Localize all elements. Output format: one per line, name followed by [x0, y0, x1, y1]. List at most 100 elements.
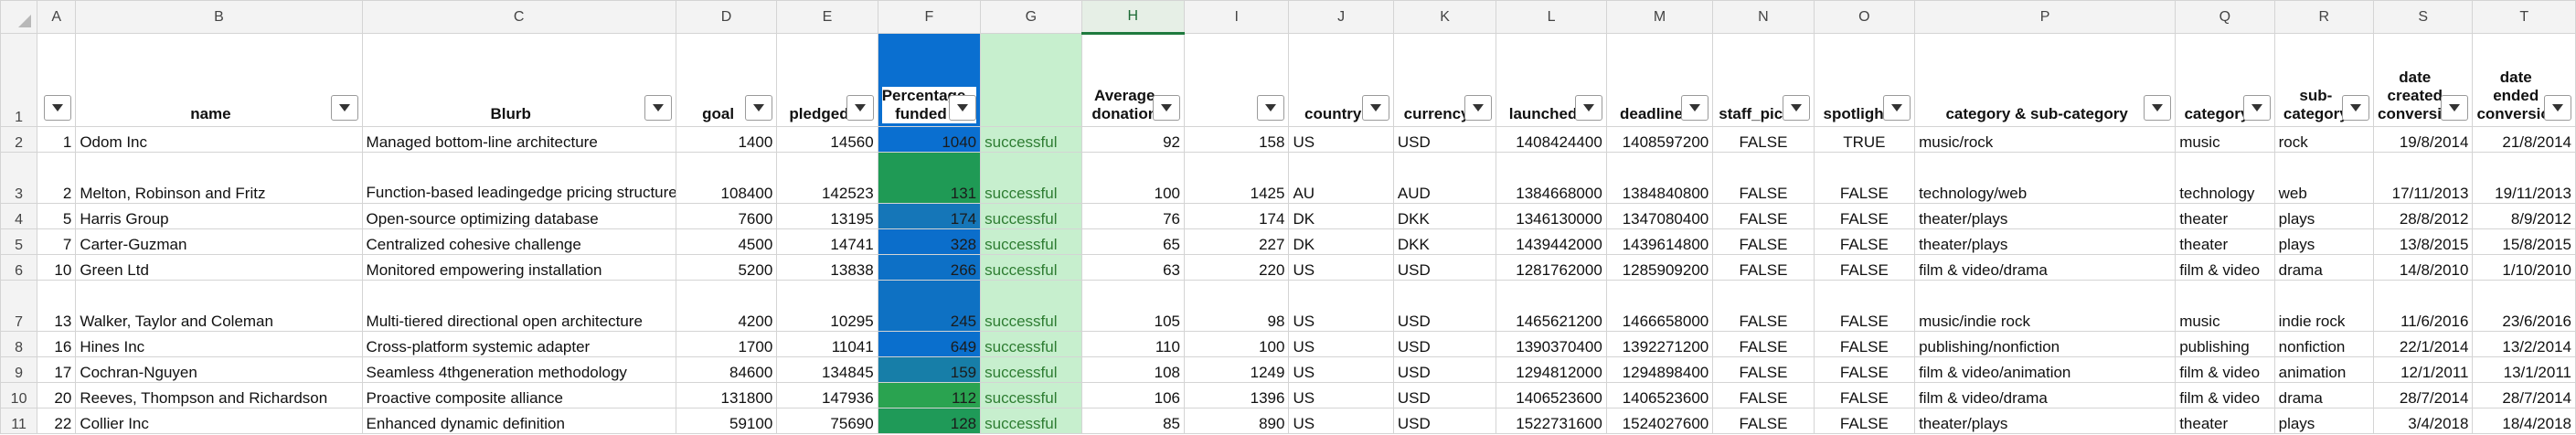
cell-cat[interactable]: theater	[2175, 408, 2275, 434]
column-header-f[interactable]: F	[877, 0, 982, 34]
cell-cat[interactable]: publishing	[2175, 331, 2275, 357]
cell-sub[interactable]: nonfiction	[2273, 331, 2375, 357]
cell-country[interactable]: DK	[1288, 228, 1394, 255]
cell-spot[interactable]: FALSE	[1813, 382, 1916, 408]
cell-name[interactable]: Collier Inc	[75, 408, 363, 434]
row-number[interactable]: 11	[0, 408, 38, 434]
column-header-t[interactable]: T	[2472, 0, 2576, 34]
header-cell-o[interactable]: spotlight	[1813, 33, 1916, 127]
cell-deadline[interactable]: 1384840800	[1605, 152, 1714, 204]
cell-backers[interactable]: 220	[1183, 254, 1290, 281]
cell-outcome[interactable]: successful	[980, 356, 1082, 383]
cell-currency[interactable]: USD	[1392, 126, 1497, 153]
cell-country[interactable]: DK	[1288, 203, 1394, 229]
filter-dropdown-button[interactable]	[44, 95, 72, 121]
cell-staff[interactable]: FALSE	[1712, 203, 1815, 229]
cell-ended[interactable]: 28/7/2014	[2472, 382, 2576, 408]
cell-staff[interactable]: FALSE	[1712, 382, 1815, 408]
cell-blurb[interactable]: Enhanced dynamic definition	[361, 408, 676, 434]
cell-sub[interactable]: plays	[2273, 228, 2375, 255]
cell-name[interactable]: Green Ltd	[75, 254, 363, 281]
cell-spot[interactable]: FALSE	[1813, 356, 1916, 383]
cell-id[interactable]: 7	[37, 228, 77, 255]
cell-ended[interactable]: 8/9/2012	[2472, 203, 2576, 229]
cell-currency[interactable]: USD	[1392, 254, 1497, 281]
cell-pledged[interactable]: 134845	[776, 356, 878, 383]
cell-cat[interactable]: theater	[2175, 228, 2275, 255]
cell-country[interactable]: US	[1288, 408, 1394, 434]
cell-pct[interactable]: 649	[877, 331, 982, 357]
header-cell-e[interactable]: pledged	[776, 33, 878, 127]
cell-outcome[interactable]: successful	[980, 203, 1082, 229]
cell-name[interactable]: Melton, Robinson and Fritz	[75, 152, 363, 204]
cell-avg[interactable]: 110	[1080, 331, 1186, 357]
cell-goal[interactable]: 59100	[675, 408, 778, 434]
cell-cat[interactable]: technology	[2175, 152, 2275, 204]
cell-staff[interactable]: FALSE	[1712, 356, 1815, 383]
cell-id[interactable]: 20	[37, 382, 77, 408]
cell-ended[interactable]: 13/2/2014	[2472, 331, 2576, 357]
cell-created[interactable]: 19/8/2014	[2373, 126, 2474, 153]
filter-dropdown-button[interactable]	[1574, 95, 1602, 121]
column-header-s[interactable]: S	[2373, 0, 2474, 34]
cell-goal[interactable]: 84600	[675, 356, 778, 383]
cell-goal[interactable]: 108400	[675, 152, 778, 204]
column-header-p[interactable]: P	[1914, 0, 2177, 34]
cell-pct[interactable]: 174	[877, 203, 982, 229]
row-number[interactable]: 7	[0, 280, 38, 332]
cell-pct[interactable]: 1040	[877, 126, 982, 153]
cell-pledged[interactable]: 142523	[776, 152, 878, 204]
cell-sub[interactable]: animation	[2273, 356, 2375, 383]
header-cell-l[interactable]: launched	[1496, 33, 1607, 127]
cell-created[interactable]: 28/7/2014	[2373, 382, 2474, 408]
cell-created[interactable]: 22/1/2014	[2373, 331, 2474, 357]
spreadsheet-grid[interactable]: ABCDEFGHIJKLMNOPQRST 1 name Blurb goal pledg…	[0, 0, 2576, 435]
cell-name[interactable]: Reeves, Thompson and Richardson	[75, 382, 363, 408]
cell-country[interactable]: US	[1288, 356, 1394, 383]
cell-id[interactable]: 5	[37, 203, 77, 229]
cell-cat[interactable]: film & video	[2175, 356, 2275, 383]
cell-deadline[interactable]: 1294898400	[1605, 356, 1714, 383]
cell-catsub[interactable]: publishing/nonfiction	[1914, 331, 2177, 357]
header-cell-q[interactable]: category	[2175, 33, 2275, 127]
column-header-a[interactable]: A	[37, 0, 77, 34]
cell-deadline[interactable]: 1466658000	[1605, 280, 1714, 332]
cell-avg[interactable]: 108	[1080, 356, 1186, 383]
cell-deadline[interactable]: 1524027600	[1605, 408, 1714, 434]
cell-outcome[interactable]: successful	[980, 408, 1082, 434]
cell-country[interactable]: US	[1288, 331, 1394, 357]
cell-cat[interactable]: film & video	[2175, 382, 2275, 408]
column-header-k[interactable]: K	[1392, 0, 1497, 34]
cell-backers[interactable]: 98	[1183, 280, 1290, 332]
cell-cat[interactable]: theater	[2175, 203, 2275, 229]
cell-cat[interactable]: music	[2175, 280, 2275, 332]
cell-launched[interactable]: 1346130000	[1496, 203, 1607, 229]
cell-pledged[interactable]: 11041	[776, 331, 878, 357]
cell-catsub[interactable]: film & video/animation	[1914, 356, 2177, 383]
header-cell-r[interactable]: sub-category	[2273, 33, 2375, 127]
cell-deadline[interactable]: 1285909200	[1605, 254, 1714, 281]
cell-goal[interactable]: 1400	[675, 126, 778, 153]
cell-ended[interactable]: 23/6/2016	[2472, 280, 2576, 332]
cell-launched[interactable]: 1408424400	[1496, 126, 1607, 153]
row-number[interactable]: 5	[0, 228, 38, 255]
cell-name[interactable]: Harris Group	[75, 203, 363, 229]
cell-ended[interactable]: 19/11/2013	[2472, 152, 2576, 204]
filter-dropdown-button[interactable]	[2342, 95, 2370, 121]
column-header-l[interactable]: L	[1496, 0, 1607, 34]
cell-id[interactable]: 1	[37, 126, 77, 153]
cell-goal[interactable]: 4500	[675, 228, 778, 255]
column-header-n[interactable]: N	[1712, 0, 1815, 34]
cell-sub[interactable]: drama	[2273, 382, 2375, 408]
cell-ended[interactable]: 15/8/2015	[2472, 228, 2576, 255]
cell-backers[interactable]: 890	[1183, 408, 1290, 434]
cell-pledged[interactable]: 14560	[776, 126, 878, 153]
header-cell-c[interactable]: Blurb	[361, 33, 676, 127]
cell-currency[interactable]: DKK	[1392, 228, 1497, 255]
cell-currency[interactable]: USD	[1392, 280, 1497, 332]
filter-dropdown-button[interactable]	[2144, 95, 2172, 121]
cell-id[interactable]: 10	[37, 254, 77, 281]
cell-cat[interactable]: music	[2175, 126, 2275, 153]
cell-launched[interactable]: 1384668000	[1496, 152, 1607, 204]
cell-launched[interactable]: 1439442000	[1496, 228, 1607, 255]
